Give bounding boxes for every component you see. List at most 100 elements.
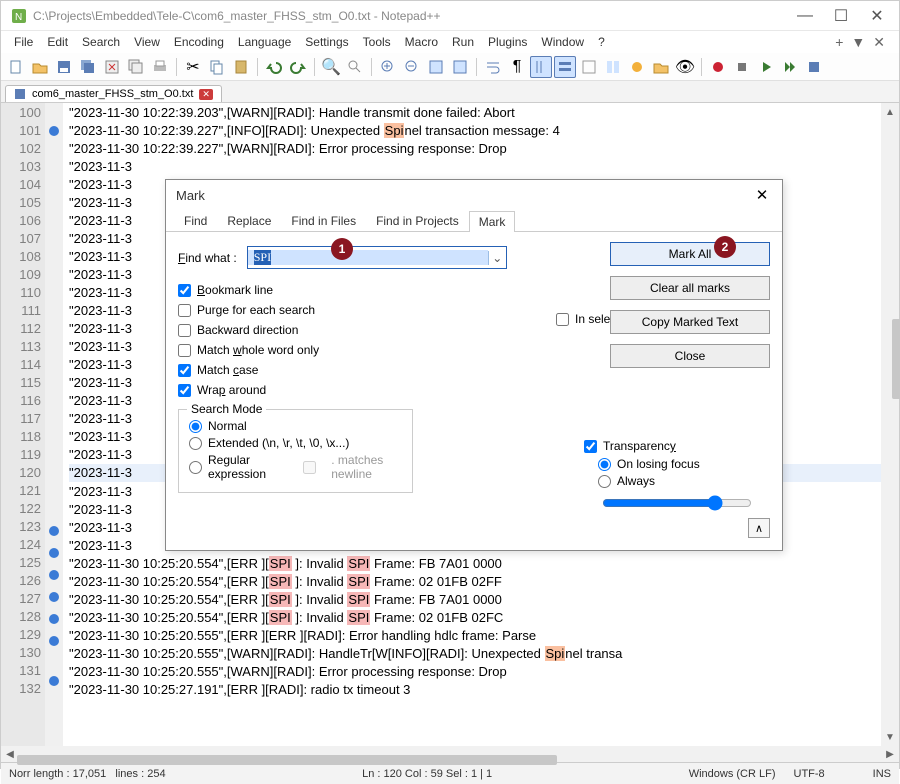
play-icon[interactable]	[755, 56, 777, 78]
stop-icon[interactable]	[731, 56, 753, 78]
file-tab[interactable]: com6_master_FHSS_stm_O0.txt ✕	[5, 85, 222, 102]
transparency-slider[interactable]	[602, 495, 752, 511]
menu-window[interactable]: Window	[534, 33, 591, 51]
close-all-icon[interactable]	[125, 56, 147, 78]
mode-regex-radio[interactable]: Regular expression . matches newline	[189, 453, 402, 481]
scroll-thumb[interactable]	[892, 319, 900, 399]
paste-icon[interactable]	[230, 56, 252, 78]
close-button[interactable]: ✕	[859, 2, 895, 30]
showall-icon[interactable]: ¶	[506, 56, 528, 78]
on-losing-focus-radio[interactable]: On losing focus	[598, 457, 764, 471]
bookmark-margin	[45, 103, 63, 746]
savemacro-icon[interactable]	[803, 56, 825, 78]
close-file-icon[interactable]	[101, 56, 123, 78]
menu-run[interactable]: Run	[445, 33, 481, 51]
svg-text:N: N	[15, 12, 22, 23]
menu-tools[interactable]: Tools	[356, 33, 398, 51]
scroll-up-icon[interactable]: ▲	[883, 105, 897, 119]
tab-mark[interactable]: Mark	[469, 211, 516, 232]
copy-marked-button[interactable]: Copy Marked Text	[610, 310, 770, 334]
mode-extended-radio[interactable]: Extended (\n, \r, \t, \0, \x...)	[189, 436, 402, 450]
replace-icon[interactable]	[344, 56, 366, 78]
menu-help[interactable]: ?	[591, 33, 612, 51]
collapse-button[interactable]: ∧	[748, 518, 770, 538]
dialog-close-button[interactable]: ✕	[752, 185, 772, 205]
file-tab-close-icon[interactable]: ✕	[199, 89, 213, 100]
app-icon: N	[11, 8, 27, 24]
vertical-scrollbar[interactable]: ▲ ▼	[881, 103, 899, 746]
save-icon[interactable]	[53, 56, 75, 78]
tab-find-in-projects[interactable]: Find in Projects	[366, 210, 469, 231]
toolbar-plus-icon[interactable]: +	[835, 34, 843, 51]
maximize-button[interactable]: ☐	[823, 2, 859, 30]
menu-view[interactable]: View	[127, 33, 167, 51]
record-icon[interactable]	[707, 56, 729, 78]
folder-workspace-icon[interactable]	[650, 56, 672, 78]
status-eol[interactable]: Windows (CR LF)	[689, 768, 776, 780]
dialog-titlebar[interactable]: Mark ✕	[166, 180, 782, 210]
find-icon[interactable]: 🔍	[320, 56, 342, 78]
cut-icon[interactable]: ✂	[182, 56, 204, 78]
save-all-icon[interactable]	[77, 56, 99, 78]
indent-guide-icon[interactable]	[530, 56, 552, 78]
status-length: Norr length : 17,051 lines : 254	[9, 768, 166, 780]
close-dialog-button[interactable]: Close	[610, 344, 770, 368]
window-title: C:\Projects\Embedded\Tele-C\com6_master_…	[33, 9, 787, 23]
combo-dropdown-icon[interactable]: ⌄	[488, 251, 506, 265]
toolbar-x-icon[interactable]: ✕	[873, 34, 885, 51]
menu-language[interactable]: Language	[231, 33, 298, 51]
tab-find-in-files[interactable]: Find in Files	[281, 210, 366, 231]
redo-icon[interactable]	[287, 56, 309, 78]
hscroll-thumb[interactable]	[17, 755, 557, 765]
status-encoding[interactable]: UTF-8	[794, 768, 825, 780]
menu-file[interactable]: File	[7, 33, 40, 51]
mode-normal-radio[interactable]: Normal	[189, 419, 402, 433]
zoom-in-icon[interactable]	[377, 56, 399, 78]
file-tab-label: com6_master_FHSS_stm_O0.txt	[32, 88, 193, 100]
funclist-icon[interactable]	[626, 56, 648, 78]
menu-edit[interactable]: Edit	[40, 33, 75, 51]
minimize-button[interactable]: —	[787, 2, 823, 30]
playmulti-icon[interactable]	[779, 56, 801, 78]
menu-settings[interactable]: Settings	[298, 33, 355, 51]
dialog-title: Mark	[176, 188, 752, 203]
copy-icon[interactable]	[206, 56, 228, 78]
toolbar-dropdown-icon[interactable]: ▼	[851, 34, 865, 51]
clear-marks-button[interactable]: Clear all marks	[610, 276, 770, 300]
find-what-input[interactable]	[248, 250, 488, 265]
print-icon[interactable]	[149, 56, 171, 78]
mark-all-button[interactable]: Mark All	[610, 242, 770, 266]
menubar: File Edit Search View Encoding Language …	[1, 31, 899, 53]
wrap-around-checkbox[interactable]: Wrap around	[178, 383, 770, 397]
horizontal-scrollbar[interactable]: ◀ ▶	[1, 746, 899, 762]
menu-macro[interactable]: Macro	[398, 33, 445, 51]
monitoring-icon[interactable]: 👁	[674, 56, 696, 78]
always-radio[interactable]: Always	[598, 474, 764, 488]
zoom-out-icon[interactable]	[401, 56, 423, 78]
tab-replace[interactable]: Replace	[217, 210, 281, 231]
scroll-right-icon[interactable]: ▶	[883, 747, 897, 761]
status-mode[interactable]: INS	[873, 768, 891, 780]
scroll-down-icon[interactable]: ▼	[883, 730, 897, 744]
menu-plugins[interactable]: Plugins	[481, 33, 534, 51]
tab-find[interactable]: Find	[174, 210, 217, 231]
find-what-combo[interactable]: ⌄	[247, 246, 507, 269]
open-file-icon[interactable]	[29, 56, 51, 78]
new-file-icon[interactable]	[5, 56, 27, 78]
search-mode-group: Search Mode Normal Extended (\n, \r, \t,…	[178, 409, 413, 493]
menu-encoding[interactable]: Encoding	[167, 33, 231, 51]
transparency-checkbox[interactable]: Transparency	[584, 439, 764, 453]
fold-icon[interactable]	[554, 56, 576, 78]
userlang-icon[interactable]	[578, 56, 600, 78]
document-tabbar: com6_master_FHSS_stm_O0.txt ✕	[1, 81, 899, 103]
menu-search[interactable]: Search	[75, 33, 127, 51]
file-tab-icon	[14, 88, 26, 100]
scroll-left-icon[interactable]: ◀	[3, 747, 17, 761]
status-bar: Norr length : 17,051 lines : 254 Ln : 12…	[1, 762, 899, 784]
sync-h-icon[interactable]	[449, 56, 471, 78]
docmap-icon[interactable]	[602, 56, 624, 78]
window-titlebar: N C:\Projects\Embedded\Tele-C\com6_maste…	[1, 1, 899, 31]
wordwrap-icon[interactable]	[482, 56, 504, 78]
undo-icon[interactable]	[263, 56, 285, 78]
sync-v-icon[interactable]	[425, 56, 447, 78]
